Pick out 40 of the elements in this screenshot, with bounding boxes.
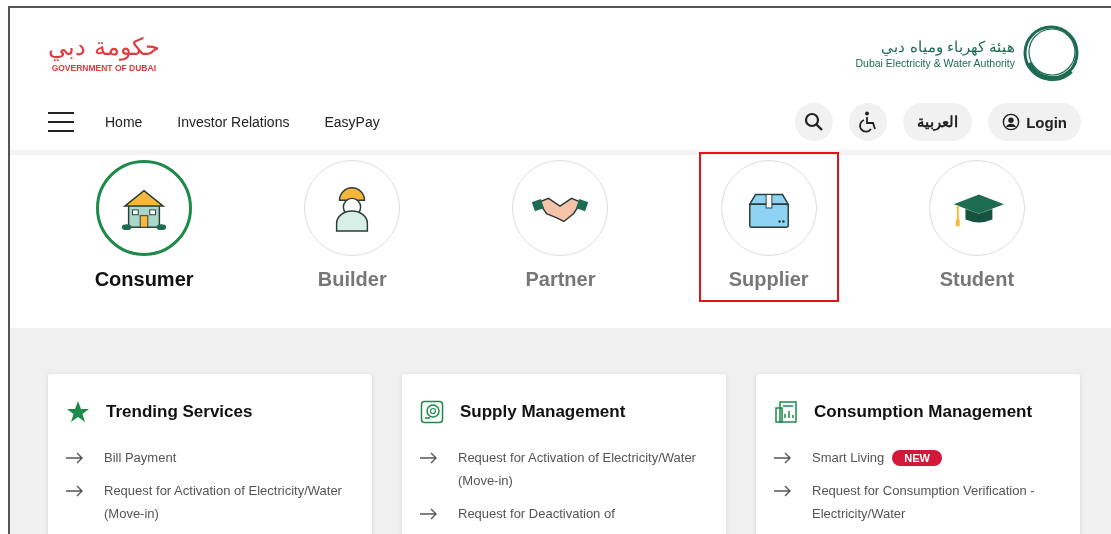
search-button[interactable] <box>795 103 834 141</box>
segment-tab[interactable]: Student <box>906 152 1047 302</box>
wheelchair-icon <box>858 111 879 133</box>
logo-text: GOVERNMENT OF DUBAI <box>51 63 156 73</box>
service-link[interactable]: Request for Activation of Electricity/Water (Move-in) <box>104 479 354 525</box>
segment-tab[interactable]: Consumer <box>74 152 215 302</box>
service-link[interactable]: Request for Consumption Verification - Electricity/Water <box>812 479 1062 525</box>
arrow-icon <box>774 485 792 497</box>
user-icon <box>1002 113 1021 131</box>
arrow-icon <box>66 485 84 497</box>
ring-logo-icon <box>1021 23 1081 83</box>
card-title: Supply Management <box>460 402 626 422</box>
gauge-icon <box>420 400 444 424</box>
star-icon <box>66 400 90 424</box>
nav-link[interactable]: Investor Relations <box>177 114 290 130</box>
segment-tab[interactable]: Supplier <box>698 152 839 302</box>
logo-arabic-text: هيئة كهرباء ومياه دبي <box>881 37 1015 57</box>
service-link[interactable]: Smart Living <box>812 446 885 469</box>
card-title: Trending Services <box>106 402 253 422</box>
language-button[interactable]: العربية <box>903 103 973 141</box>
card-title: Consumption Management <box>814 402 1033 422</box>
service-link[interactable]: Request for Activation of Electricity/Water (Move-in) <box>458 446 708 492</box>
new-badge: NEW <box>892 449 942 466</box>
nav-link[interactable]: Home <box>105 114 143 130</box>
segment-tab[interactable]: Partner <box>490 152 631 302</box>
segment-tab[interactable]: Builder <box>282 152 423 302</box>
search-icon <box>804 112 825 132</box>
accessibility-button[interactable] <box>849 103 888 141</box>
arrow-icon <box>66 452 84 464</box>
menu-icon[interactable] <box>48 111 74 133</box>
logo-text: Dubai Electricity & Water Authority <box>855 57 1015 69</box>
login-button[interactable]: Login <box>988 103 1081 141</box>
service-link[interactable]: Request for Deactivation of <box>458 502 615 525</box>
logo-arabic-text: حكومة دبي <box>48 33 160 61</box>
nav-link[interactable]: EasyPay <box>324 114 380 130</box>
arrow-icon <box>420 452 438 464</box>
arrow-icon <box>774 452 792 464</box>
service-link[interactable]: Bill Payment <box>104 446 177 469</box>
meter-icon <box>774 400 798 424</box>
arrow-icon <box>420 508 438 520</box>
